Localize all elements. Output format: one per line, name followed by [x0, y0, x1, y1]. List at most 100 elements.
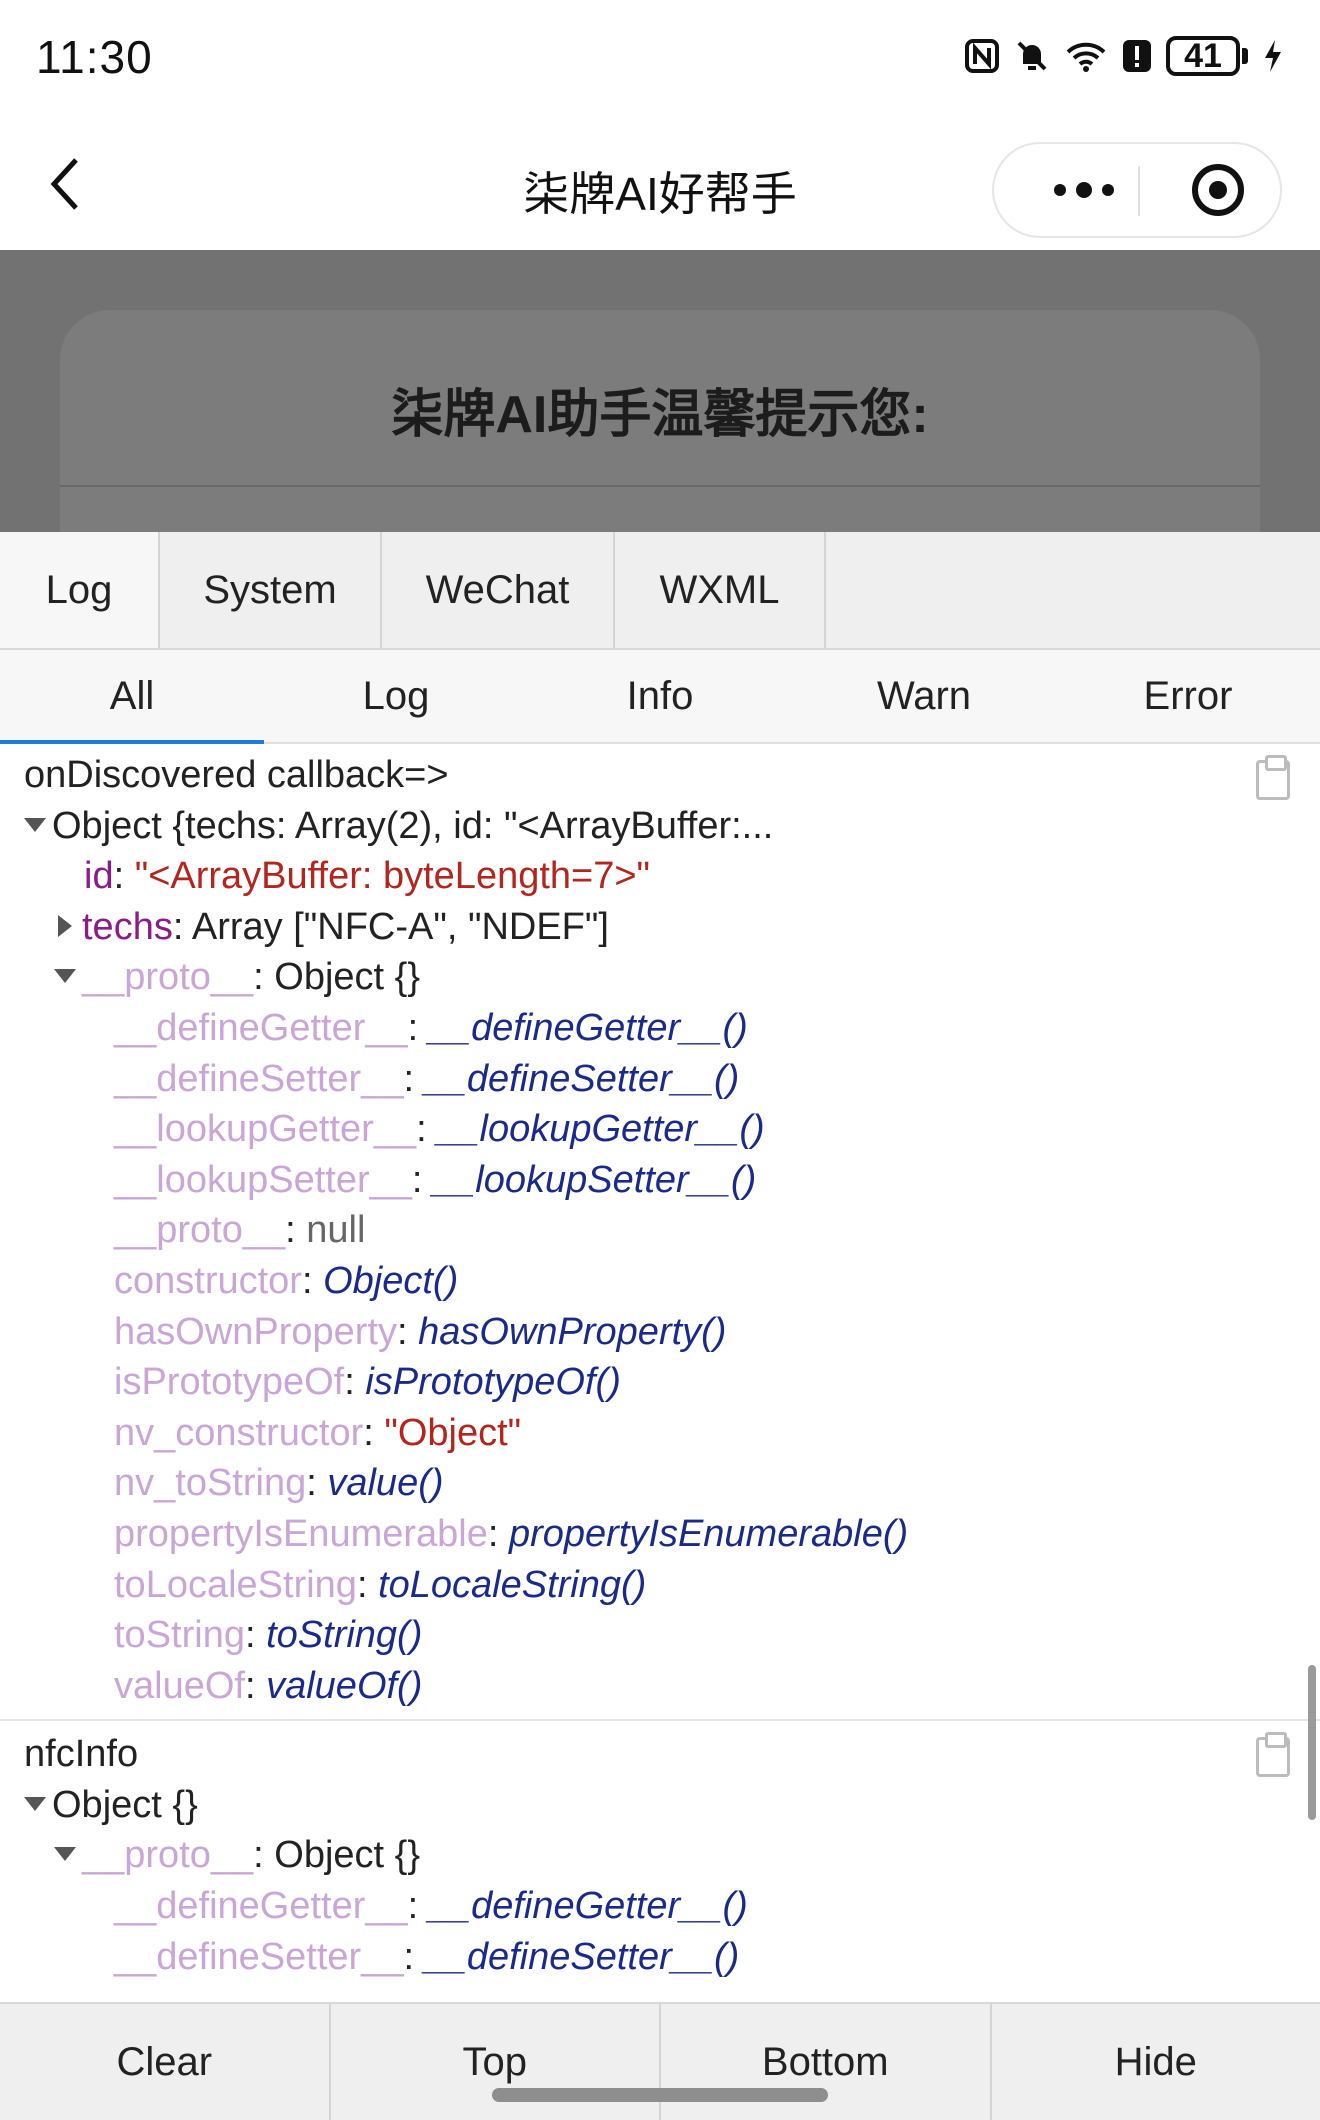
property-key: __proto__	[114, 1209, 286, 1252]
property-value: __lookupGetter__()	[437, 1108, 765, 1151]
property-key: __proto__	[82, 1834, 254, 1877]
property-key: __proto__	[82, 956, 254, 999]
property-value: propertyIsEnumerable()	[508, 1512, 909, 1555]
notice-modal-title: 柒牌AI助手温馨提示您:	[391, 386, 929, 444]
property-value: null	[306, 1209, 366, 1252]
property-value: "Object"	[384, 1411, 522, 1454]
proto-node[interactable]: __proto__: Object {}	[24, 1830, 1296, 1881]
battery-level: 41	[1184, 36, 1222, 75]
debug-console: Log System WeChat WXML All Log Info Warn…	[0, 532, 1320, 2120]
close-miniprogram-icon[interactable]	[1192, 164, 1244, 216]
property-value: hasOwnProperty()	[418, 1310, 727, 1353]
capsule-divider	[1138, 166, 1140, 216]
tab-wxml[interactable]: WXML	[615, 532, 826, 648]
status-bar: 11:30 41	[0, 0, 1320, 120]
log-entry: nfcInfo Object {} __proto__: Object {} _…	[0, 1719, 1320, 1982]
collapse-arrow-icon	[58, 914, 72, 937]
bottom-button[interactable]: Bottom	[661, 2004, 992, 2120]
battery-icon: 41	[1166, 36, 1240, 76]
property-value: __defineSetter__()	[424, 1935, 740, 1978]
tab-log[interactable]: Log	[0, 532, 160, 648]
property-key: isPrototypeOf	[114, 1361, 345, 1404]
property-key: nv_constructor	[114, 1411, 364, 1454]
filter-info[interactable]: Info	[528, 650, 792, 742]
expand-arrow-icon	[54, 969, 76, 984]
capsule-menu	[992, 142, 1282, 238]
property-value: Object {}	[274, 1834, 421, 1877]
console-toolbar: Clear Top Bottom Hide	[0, 2002, 1320, 2120]
property-key: __lookupSetter__	[114, 1158, 412, 1201]
property-key: toString	[114, 1614, 245, 1657]
property-row: isPrototypeOf: isPrototypeOf()	[114, 1361, 621, 1404]
property-key: hasOwnProperty	[114, 1310, 398, 1353]
scrollbar[interactable]	[1308, 1665, 1316, 1820]
proto-members: __defineGetter__: __defineGetter__() __de…	[24, 1003, 1296, 1711]
object-node[interactable]: Object {techs: Array(2), id: "<ArrayBuff…	[24, 801, 1296, 852]
property-key: nv_toString	[114, 1462, 307, 1505]
property-key: __defineSetter__	[114, 1057, 404, 1100]
property-row: toLocaleString: toLocaleString()	[114, 1563, 647, 1606]
expand-arrow-icon	[54, 1847, 76, 1862]
property-key: __lookupGetter__	[114, 1108, 417, 1151]
bell-muted-icon	[1014, 38, 1050, 74]
top-button[interactable]: Top	[331, 2004, 661, 2120]
property-row: hasOwnProperty: hasOwnProperty()	[114, 1310, 727, 1353]
property-value: __lookupSetter__()	[433, 1158, 757, 1201]
console-tabs: Log System WeChat WXML	[0, 532, 1320, 650]
property-value: Object()	[323, 1259, 459, 1302]
property-value: toString()	[266, 1614, 423, 1657]
property-key: valueOf	[114, 1664, 245, 1707]
property-key: propertyIsEnumerable	[114, 1512, 488, 1555]
charging-icon	[1262, 38, 1284, 74]
property-value: toLocaleString()	[378, 1563, 647, 1606]
property-row: __defineGetter__: __defineGetter__()	[114, 1885, 748, 1928]
expand-arrow-icon	[24, 817, 46, 832]
object-summary: Object {techs: Array(2), id: "<ArrayBuff…	[52, 804, 774, 847]
property-row: __proto__: null	[114, 1209, 366, 1252]
expand-arrow-icon	[24, 1796, 46, 1811]
proto-members: __defineGetter__: __defineGetter__() __de…	[24, 1881, 1296, 1982]
property-key: __defineGetter__	[114, 1885, 408, 1928]
page-overlay: 柒牌AI助手温馨提示您:	[0, 250, 1320, 532]
property-key: __defineSetter__	[114, 1935, 404, 1978]
property-row: __defineSetter__: __defineSetter__()	[114, 1935, 740, 1978]
techs-node[interactable]: techs: Array ["NFC-A", "NDEF"]	[24, 902, 1296, 953]
property-row: constructor: Object()	[114, 1259, 459, 1302]
object-node[interactable]: Object {}	[24, 1780, 1296, 1831]
tab-system[interactable]: System	[160, 532, 382, 648]
object-summary: Object {}	[52, 1783, 198, 1826]
property-row: nv_toString: value()	[114, 1462, 444, 1505]
property-row: __lookupGetter__: __lookupGetter__()	[114, 1108, 765, 1151]
alert-icon	[1122, 38, 1152, 74]
filter-error[interactable]: Error	[1056, 650, 1320, 742]
property-key: techs	[82, 905, 173, 948]
property-row: id: "<ArrayBuffer: byteLength=7>"	[84, 855, 651, 898]
property-value: value()	[327, 1462, 444, 1505]
property-value: __defineGetter__()	[428, 1006, 748, 1049]
notice-modal: 柒牌AI助手温馨提示您:	[60, 310, 1260, 532]
proto-node[interactable]: __proto__: Object {}	[24, 952, 1296, 1003]
filter-all[interactable]: All	[0, 650, 264, 744]
title-bar: 柒牌AI好帮手	[0, 120, 1320, 250]
property-value: isPrototypeOf()	[365, 1361, 621, 1404]
log-list: onDiscovered callback=> Object {techs: A…	[0, 744, 1320, 2012]
hide-button[interactable]: Hide	[992, 2004, 1320, 2120]
status-icons: 41	[964, 36, 1284, 76]
tab-wechat[interactable]: WeChat	[382, 532, 615, 648]
property-key: __defineGetter__	[114, 1006, 408, 1049]
property-key: constructor	[114, 1259, 302, 1302]
battery-cap	[1242, 48, 1248, 64]
wifi-icon	[1064, 38, 1108, 74]
property-row: valueOf: valueOf()	[114, 1664, 423, 1707]
filter-warn[interactable]: Warn	[792, 650, 1056, 742]
more-icon[interactable]	[1024, 144, 1144, 236]
property-row: nv_constructor: "Object"	[114, 1411, 522, 1454]
property-value: Object {}	[274, 956, 421, 999]
clear-button[interactable]: Clear	[0, 2004, 331, 2120]
filter-log[interactable]: Log	[264, 650, 528, 742]
property-row: propertyIsEnumerable: propertyIsEnumerab…	[114, 1512, 909, 1555]
property-row: __lookupSetter__: __lookupSetter__()	[114, 1158, 757, 1201]
property-row: toString: toString()	[114, 1614, 423, 1657]
property-value: Array ["NFC-A", "NDEF"]	[191, 905, 609, 948]
modal-divider	[60, 485, 1260, 487]
